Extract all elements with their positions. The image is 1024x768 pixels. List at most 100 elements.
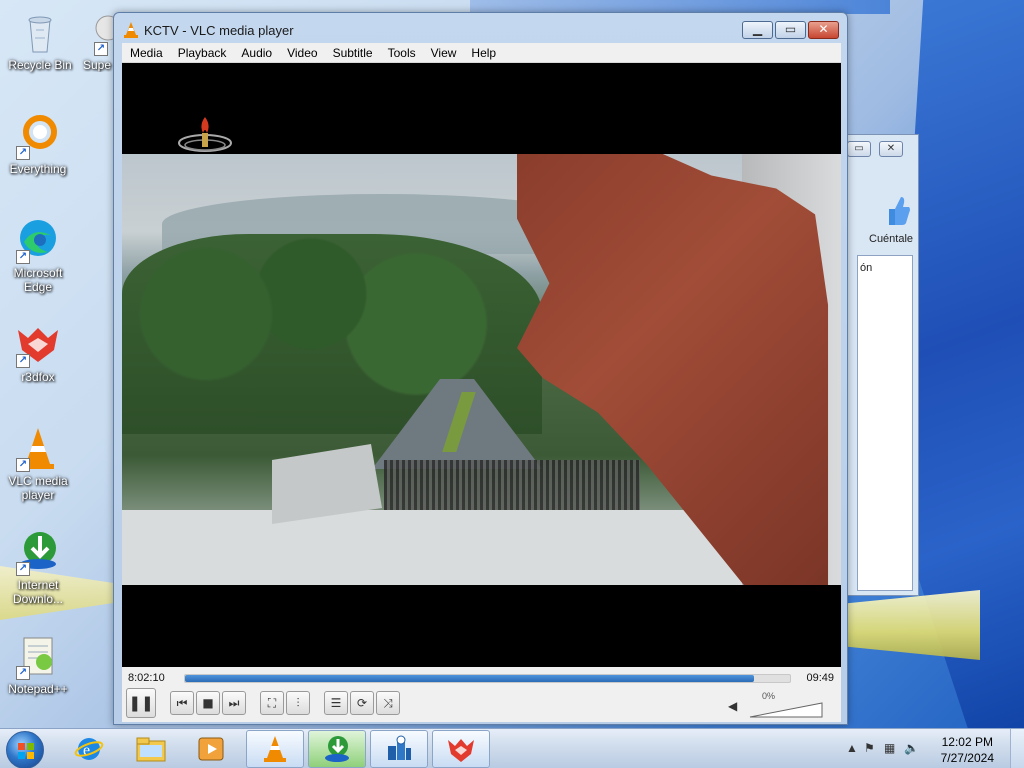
- background-window-close-button[interactable]: ✕: [879, 141, 903, 157]
- menu-video[interactable]: Video: [279, 43, 324, 62]
- vlc-window[interactable]: KCTV - VLC media player ▁ ▭ ✕ Media Play…: [113, 12, 848, 725]
- desktop-icon-vlc[interactable]: ↗ VLC media player: [0, 424, 76, 502]
- start-button[interactable]: [6, 731, 44, 768]
- taskbar-vlc[interactable]: [246, 730, 304, 768]
- extended-settings-button[interactable]: ⫶: [286, 691, 310, 715]
- desktop-icon-label: Supe: [82, 58, 112, 72]
- volume-muted-icon[interactable]: ◀: [728, 699, 737, 713]
- desktop-icon-supe[interactable]: ↗ Supe: [80, 8, 114, 72]
- menu-playback[interactable]: Playback: [170, 43, 234, 62]
- desktop-icon-r3dfox[interactable]: ↗ r3dfox: [0, 320, 76, 384]
- kctv-logo-icon: [178, 117, 232, 152]
- menu-media[interactable]: Media: [122, 43, 170, 62]
- recycle-bin-icon: [16, 8, 64, 56]
- minimize-button[interactable]: ▁: [742, 21, 773, 39]
- taskbar-file-explorer[interactable]: [122, 730, 180, 768]
- background-window-maximize-button[interactable]: ▭: [847, 141, 871, 157]
- edge-browser-icon: ↗: [14, 216, 62, 264]
- volume-percent: 0%: [762, 691, 776, 701]
- desktop-icon-label: Everything: [9, 162, 67, 176]
- stop-button[interactable]: ■: [196, 691, 220, 715]
- vlc-cone-icon: [124, 22, 138, 41]
- video-area[interactable]: [122, 63, 841, 667]
- internet-download-manager-icon: [325, 736, 349, 762]
- desktop-icon-edge[interactable]: ↗ Microsoft Edge: [0, 216, 76, 294]
- menu-subtitle[interactable]: Subtitle: [325, 43, 380, 62]
- desktop-icon-idm[interactable]: ↗ Internet Downlo...: [0, 528, 76, 606]
- action-center-flag-icon[interactable]: ⚑: [864, 741, 875, 755]
- menu-audio[interactable]: Audio: [233, 43, 279, 62]
- taskbar: e ▲ ⚑ ▦ 🔈 12:02 PM 7/27/2024: [0, 728, 1024, 768]
- desktop-icon-label: Microsoft Edge: [13, 266, 63, 294]
- playlist-icon: ☰: [330, 696, 342, 710]
- window-title: KCTV - VLC media player: [144, 23, 294, 38]
- r3dfox-browser-icon: [448, 739, 474, 762]
- taskbar-media-player[interactable]: [182, 730, 240, 768]
- desktop-icon-label: Notepad++: [8, 682, 68, 696]
- shuffle-icon: ⤨: [383, 695, 393, 710]
- video-frame: [122, 154, 841, 585]
- file-explorer-icon: [136, 737, 166, 762]
- loop-button[interactable]: ⟳: [350, 691, 374, 715]
- playlist-button[interactable]: ☰: [324, 691, 348, 715]
- volume-muted-tray-icon[interactable]: 🔈: [904, 741, 919, 755]
- background-window-label: Cuéntale: [869, 233, 914, 245]
- show-hidden-icons-icon[interactable]: ▲: [846, 741, 858, 755]
- shuffle-button[interactable]: ⤨: [376, 691, 400, 715]
- system-tray: ▲ ⚑ ▦ 🔈 12:02 PM 7/27/2024: [834, 729, 1024, 768]
- total-time: 09:49: [806, 672, 834, 684]
- stop-icon: ■: [202, 696, 214, 710]
- show-desktop-button[interactable]: [1010, 729, 1024, 768]
- seek-bar-fill: [185, 675, 754, 682]
- maximize-button[interactable]: ▭: [775, 21, 806, 39]
- desktop-icon-label: VLC media player: [8, 474, 68, 502]
- desktop-icon-notepadpp[interactable]: ↗ Notepad++: [0, 632, 76, 696]
- clock-date: 7/27/2024: [940, 751, 994, 765]
- background-window-list[interactable]: ón: [857, 255, 913, 591]
- loop-icon: ⟳: [356, 696, 368, 710]
- vlc-cone-icon: ↗: [14, 424, 62, 472]
- volume-slider[interactable]: [749, 702, 823, 718]
- windows-logo-icon: [18, 743, 34, 759]
- vlc-cone-icon: [264, 736, 286, 762]
- menu-tools[interactable]: Tools: [380, 43, 423, 62]
- wallpaper-shard: [840, 590, 980, 660]
- thumbs-up-icon[interactable]: [885, 193, 911, 227]
- desktop-icon-label: Recycle Bin: [8, 58, 72, 72]
- next-button[interactable]: ⏭: [222, 691, 246, 715]
- r3dfox-browser-icon: ↗: [14, 320, 62, 368]
- clock[interactable]: 12:02 PM 7/27/2024: [941, 734, 994, 766]
- menu-help[interactable]: Help: [463, 43, 503, 62]
- taskbar-internet-explorer[interactable]: e: [60, 730, 118, 768]
- internet-download-manager-icon: ↗: [14, 528, 62, 576]
- network-tool-icon: [388, 735, 411, 760]
- clock-time: 12:02 PM: [941, 735, 993, 749]
- extended-settings-icon: ⫶: [296, 695, 300, 710]
- fullscreen-icon: ⛶: [267, 695, 277, 710]
- desktop-icon-recycle-bin[interactable]: Recycle Bin: [2, 8, 78, 72]
- network-icon[interactable]: ▦: [884, 741, 895, 755]
- background-window[interactable]: ▭ ✕ Cuéntale ón: [845, 134, 919, 596]
- internet-explorer-icon: e: [74, 738, 104, 760]
- media-player-icon: [198, 737, 224, 761]
- current-time: 8:02:10: [128, 672, 165, 684]
- previous-icon: ⏮: [176, 695, 188, 710]
- pause-icon: ❚❚: [128, 694, 154, 712]
- seek-bar[interactable]: [184, 674, 791, 683]
- previous-button[interactable]: ⏮: [170, 691, 194, 715]
- desktop-icon-label: r3dfox: [21, 370, 55, 384]
- fullscreen-button[interactable]: ⛶: [260, 691, 284, 715]
- everything-search-icon: ↗: [14, 112, 62, 160]
- close-button[interactable]: ✕: [808, 21, 839, 39]
- vlc-titlebar[interactable]: KCTV - VLC media player ▁ ▭ ✕: [114, 13, 847, 47]
- taskbar-r3dfox[interactable]: [432, 730, 490, 768]
- taskbar-network-tool[interactable]: [370, 730, 428, 768]
- notepadpp-icon: ↗: [14, 632, 62, 680]
- taskbar-idm[interactable]: [308, 730, 366, 768]
- column-header-fragment: ón: [860, 262, 873, 274]
- pause-button[interactable]: ❚❚: [126, 688, 156, 718]
- next-icon: ⏭: [228, 695, 240, 710]
- desktop-icon-everything[interactable]: ↗ Everything: [0, 112, 76, 176]
- desktop-icon-label: Internet Downlo...: [12, 578, 64, 606]
- menu-view[interactable]: View: [423, 43, 464, 62]
